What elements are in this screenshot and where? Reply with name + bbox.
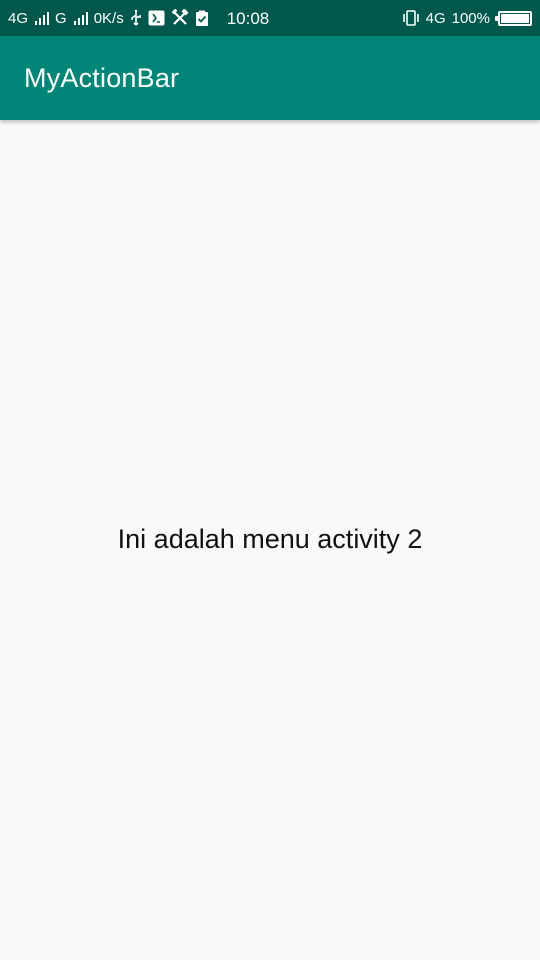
app-bar: MyActionBar (0, 36, 540, 120)
vibrate-icon (402, 9, 420, 27)
battery-percentage: 100% (451, 9, 490, 27)
activity-message: Ini adalah menu activity 2 (117, 523, 423, 554)
network-type-label: 4G (8, 9, 29, 27)
main-content: Ini adalah menu activity 2 (0, 120, 540, 960)
signal-strength-icon (35, 11, 50, 25)
clock: 10:08 (226, 8, 270, 28)
app-title: MyActionBar (24, 62, 180, 93)
network-type-label-2: G (55, 9, 67, 27)
network-type-label-3: 4G (425, 9, 446, 27)
usb-icon (130, 9, 142, 27)
status-bar-left: 4G G 0K/s 10:08 (8, 9, 269, 27)
signal-strength-icon-2 (73, 11, 88, 25)
usb-debug-icon (148, 9, 165, 27)
battery-icon (495, 10, 532, 26)
clipboard-check-icon (195, 9, 209, 27)
status-bar-right: 4G 100% (402, 9, 532, 27)
status-bar: 4G G 0K/s 10:08 4G 100% (0, 0, 540, 36)
tools-icon (171, 9, 189, 27)
network-speed: 0K/s (93, 9, 124, 27)
